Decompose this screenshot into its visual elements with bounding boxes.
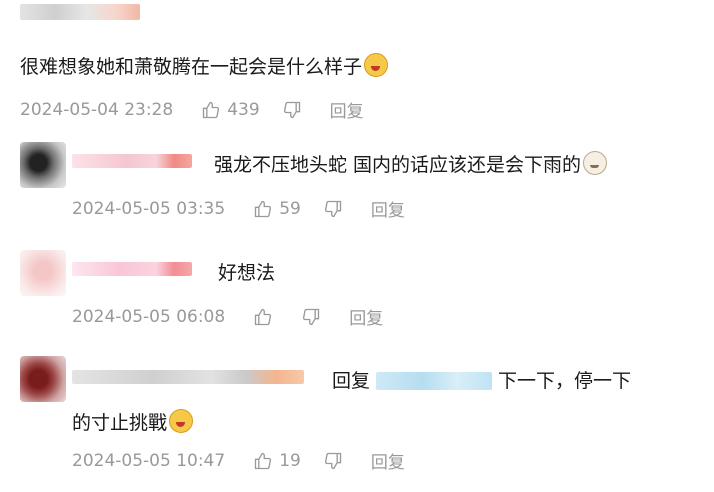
blurred-username[interactable] — [72, 154, 192, 168]
comment-text: 很难想象她和萧敬腾在一起会是什么样子 — [20, 52, 389, 79]
avatar[interactable] — [20, 356, 66, 402]
thumbs-down-icon — [324, 200, 342, 217]
dislike-button[interactable] — [282, 100, 308, 120]
thumbs-up-icon — [255, 200, 272, 217]
cat-emoji-icon — [583, 151, 608, 175]
like-count: 19 — [279, 450, 301, 471]
like-button[interactable]: 439 — [201, 99, 260, 120]
crying-laughing-emoji-icon — [169, 409, 194, 433]
like-count: 439 — [227, 99, 260, 120]
timestamp: 2024-05-05 03:35 — [72, 198, 226, 219]
comment-meta: 2024-05-05 03:35 59 回复 — [72, 196, 405, 222]
blurred-mention[interactable] — [376, 372, 493, 390]
thumbs-down-icon — [324, 452, 342, 469]
like-count: 59 — [279, 198, 301, 219]
thumbs-down-icon — [303, 308, 320, 325]
thumbs-down-icon — [283, 101, 300, 118]
blurred-username — [20, 4, 140, 20]
blurred-username[interactable] — [72, 262, 192, 276]
comment-meta: 2024-05-04 23:28 439 回复 — [20, 97, 364, 123]
comment-text: 强龙不压地头蛇 国内的话应该还是会下雨的 — [214, 150, 608, 177]
dislike-button[interactable] — [301, 307, 327, 327]
timestamp: 2024-05-05 06:08 — [72, 306, 226, 327]
dislike-button[interactable] — [323, 451, 349, 471]
thumbs-up-icon — [255, 452, 272, 469]
comment-meta: 2024-05-05 06:08 回复 — [72, 304, 383, 330]
blurred-username[interactable] — [72, 370, 304, 384]
reply-prefix: 回复 — [332, 370, 371, 392]
timestamp: 2024-05-05 10:47 — [72, 450, 226, 471]
reply-button[interactable]: 回复 — [349, 304, 383, 329]
like-button[interactable] — [253, 307, 279, 327]
thumbs-up-icon — [203, 101, 220, 118]
avatar[interactable] — [20, 142, 66, 188]
comment-text: 回复 下一下，停一下 — [332, 370, 632, 392]
reply-button[interactable]: 回复 — [330, 97, 364, 122]
dislike-button[interactable] — [323, 199, 349, 219]
comment-meta: 2024-05-05 10:47 19 回复 — [72, 448, 405, 474]
like-button[interactable]: 19 — [253, 451, 301, 471]
thumbs-up-icon — [255, 308, 272, 325]
timestamp: 2024-05-04 23:28 — [20, 99, 174, 120]
comment-text: 好想法 — [218, 262, 276, 284]
reply-button[interactable]: 回复 — [371, 448, 405, 473]
reply-button[interactable]: 回复 — [371, 196, 405, 221]
crying-laughing-emoji-icon — [364, 53, 389, 77]
comment-text-continued: 的寸止挑戰 — [72, 408, 194, 435]
avatar[interactable] — [20, 250, 66, 296]
like-button[interactable]: 59 — [253, 199, 301, 219]
